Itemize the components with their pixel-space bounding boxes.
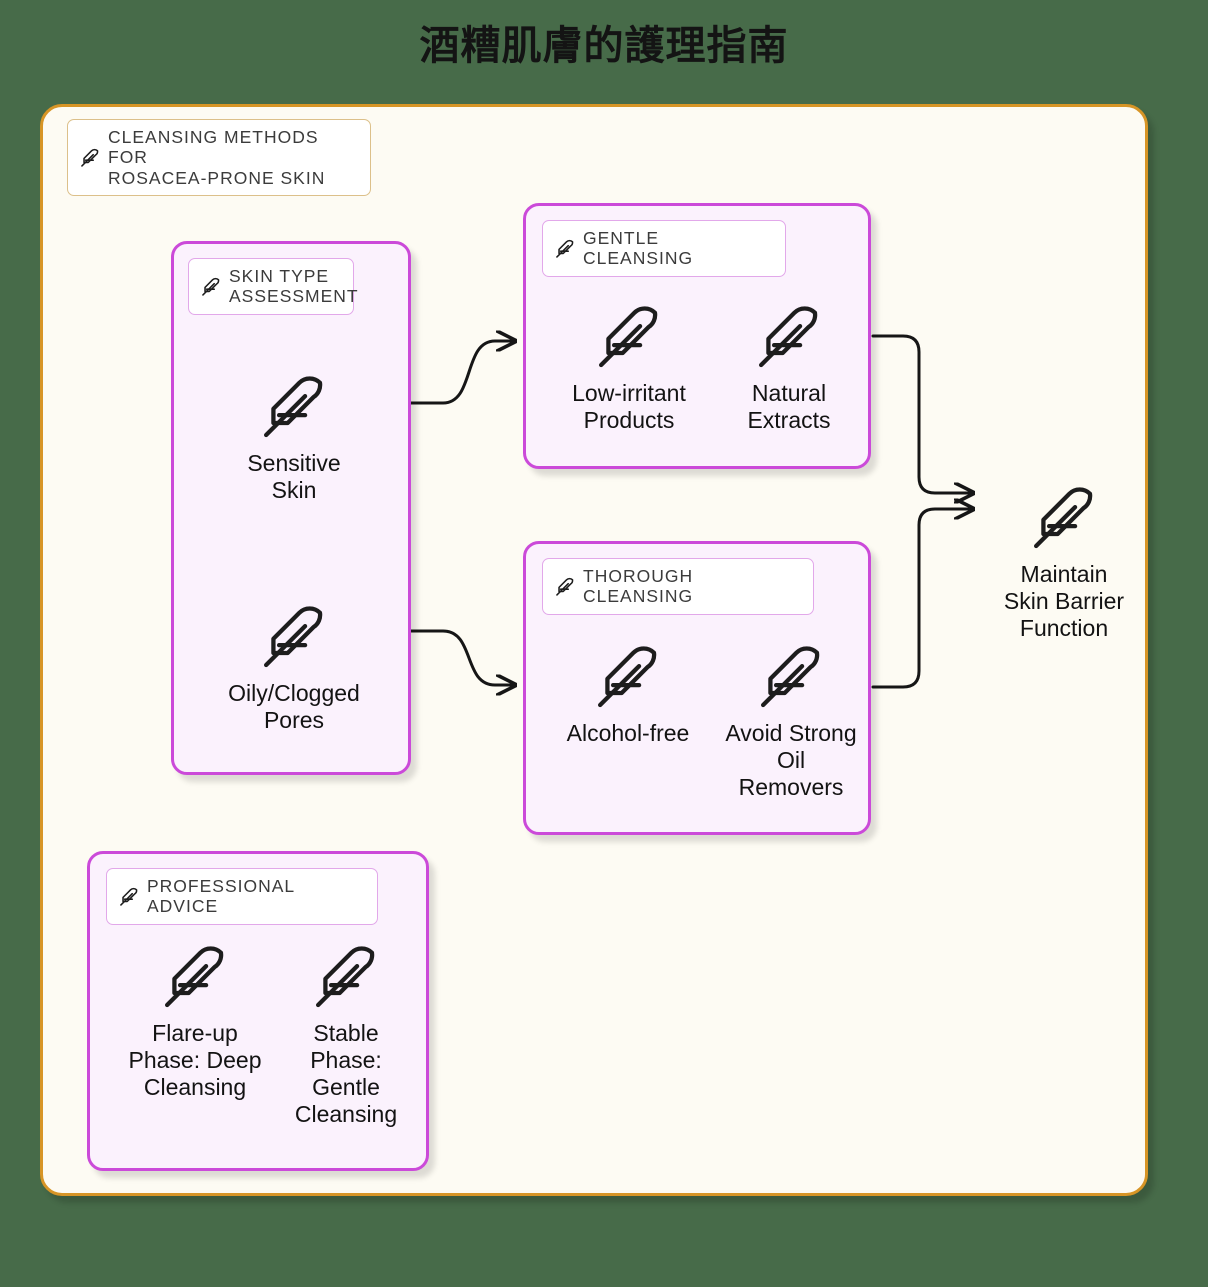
node-label: Maintain Skin Barrier Function — [1003, 561, 1125, 642]
node-label: Flare-up Phase: Deep Cleansing — [128, 1020, 262, 1101]
node-alcohol-free[interactable]: Alcohol-free — [540, 636, 716, 747]
feather-icon — [598, 306, 658, 368]
node-label: Natural Extracts — [747, 380, 831, 434]
group-chip-skin-type: SKIN TYPE ASSESSMENT — [188, 258, 358, 315]
node-low-irritant-products[interactable]: Low-irritant Products — [548, 296, 710, 434]
feather-icon — [202, 278, 220, 297]
edge-thorough-to-maintain — [871, 509, 973, 689]
node-flare-up-phase[interactable]: Flare-up Phase: Deep Cleansing — [106, 936, 284, 1101]
node-oily-clogged-pores[interactable]: Oily/Clogged Pores — [186, 596, 402, 734]
edge-gentle-to-maintain — [871, 334, 973, 493]
feather-icon — [556, 578, 574, 597]
frame-chip: CLEANSING METHODS FOR ROSACEA-PRONE SKIN — [67, 119, 371, 196]
frame-chip-label: CLEANSING METHODS FOR ROSACEA-PRONE SKIN — [108, 127, 326, 188]
node-avoid-strong-oil-removers[interactable]: Avoid Strong Oil Removers — [716, 636, 866, 801]
node-sensitive-skin[interactable]: Sensitive Skin — [202, 366, 386, 504]
feather-icon — [81, 149, 99, 168]
group-chip-label: SKIN TYPE ASSESSMENT — [229, 266, 359, 307]
feather-icon — [758, 306, 818, 368]
node-label: Avoid Strong Oil Removers — [725, 720, 857, 801]
group-skin-type-assessment: SKIN TYPE ASSESSMENT Sensitive Skin Oily… — [171, 241, 411, 775]
group-chip-label: THOROUGH CLEANSING — [583, 566, 694, 607]
feather-icon — [1033, 487, 1093, 549]
group-chip-label: GENTLE CLEANSING — [583, 228, 694, 269]
feather-icon — [556, 240, 574, 259]
group-chip-thorough-cleansing: THOROUGH CLEANSING — [542, 558, 814, 615]
feather-icon — [263, 376, 323, 438]
node-stable-phase[interactable]: Stable Phase: Gentle Cleansing — [272, 936, 420, 1129]
node-label: Alcohol-free — [566, 720, 690, 746]
node-label: Low-irritant Products — [572, 380, 686, 434]
node-label: Stable Phase: Gentle Cleansing — [294, 1020, 398, 1128]
node-label: Oily/Clogged Pores — [228, 680, 360, 734]
group-thorough-cleansing: THOROUGH CLEANSING Alcohol-free Avoid St… — [523, 541, 871, 835]
group-gentle-cleansing: GENTLE CLEANSING Low-irritant Products N… — [523, 203, 871, 469]
node-maintain-skin-barrier-function[interactable]: Maintain Skin Barrier Function — [973, 477, 1155, 642]
group-chip-professional-advice: PROFESSIONAL ADVICE — [106, 868, 378, 925]
feather-icon — [760, 646, 820, 708]
feather-icon — [597, 646, 657, 708]
feather-icon — [164, 946, 224, 1008]
group-chip-label: PROFESSIONAL ADVICE — [147, 876, 295, 917]
feather-icon — [120, 888, 138, 907]
feather-icon — [263, 606, 323, 668]
page-title: 酒糟肌膚的護理指南 — [419, 24, 789, 68]
node-natural-extracts[interactable]: Natural Extracts — [722, 296, 856, 434]
group-professional-advice: PROFESSIONAL ADVICE Flare-up Phase: Deep… — [87, 851, 429, 1171]
group-chip-gentle-cleansing: GENTLE CLEANSING — [542, 220, 786, 277]
diagram-frame: CLEANSING METHODS FOR ROSACEA-PRONE SKIN… — [40, 104, 1148, 1196]
feather-icon — [315, 946, 375, 1008]
node-label: Sensitive Skin — [247, 450, 341, 504]
